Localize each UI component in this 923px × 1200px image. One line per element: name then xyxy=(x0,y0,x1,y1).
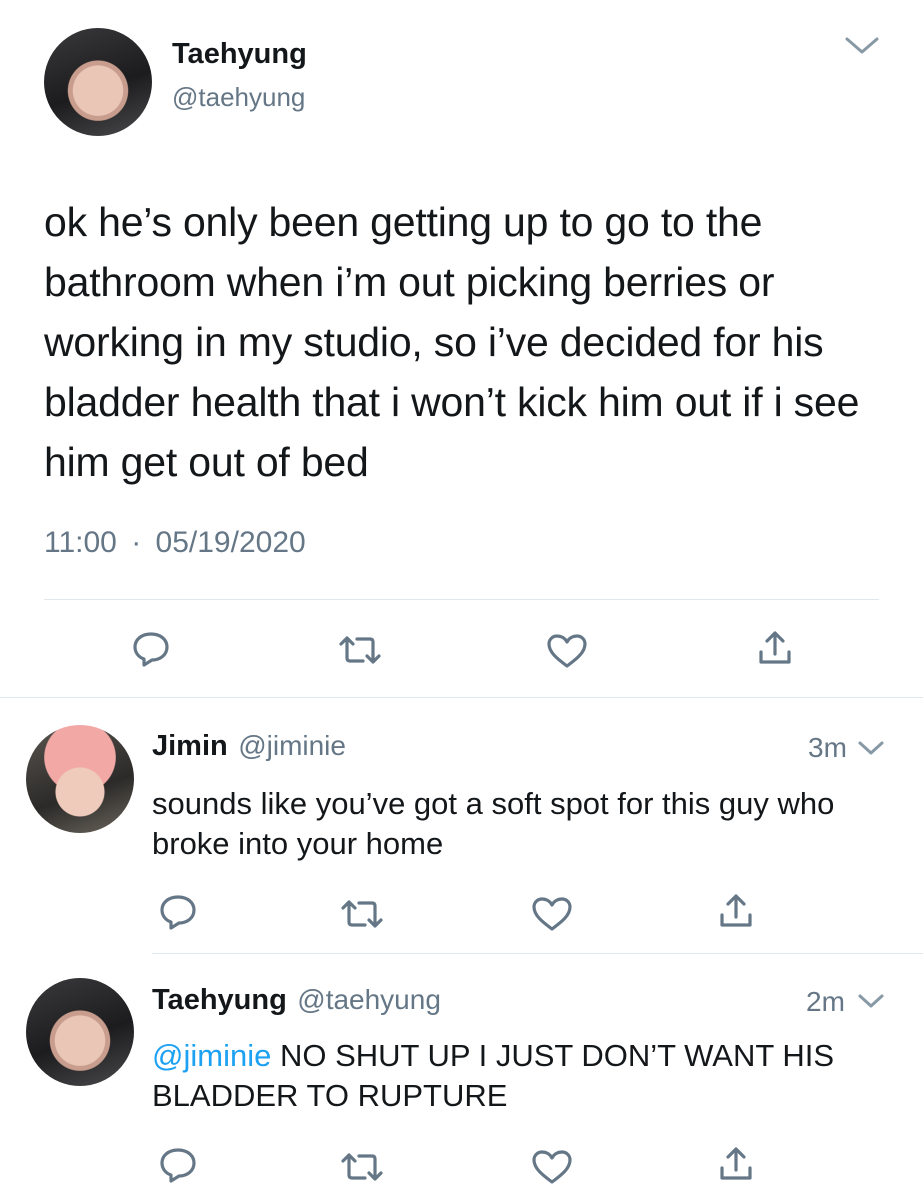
reply-avatar[interactable] xyxy=(26,978,134,1086)
meta-separator: · xyxy=(131,526,142,559)
reply-header: Jimin @jiminie xyxy=(152,730,346,763)
reply-header: Taehyung @taehyung xyxy=(152,984,441,1017)
reply-author-name[interactable]: Taehyung xyxy=(152,984,287,1016)
divider xyxy=(44,599,879,600)
retweet-icon[interactable] xyxy=(339,1149,385,1185)
reply-text: sounds like you’ve got a soft spot for t… xyxy=(152,786,835,861)
reply-icon[interactable] xyxy=(158,1146,198,1184)
chevron-down-icon[interactable] xyxy=(843,33,881,57)
share-icon[interactable] xyxy=(755,628,795,668)
reply-icon[interactable] xyxy=(158,893,198,931)
reply-author-handle[interactable]: @taehyung xyxy=(297,984,441,1015)
chevron-down-icon[interactable] xyxy=(856,991,886,1011)
author-name[interactable]: Taehyung xyxy=(172,38,307,71)
reply-avatar[interactable] xyxy=(26,725,134,833)
author-avatar[interactable] xyxy=(44,28,152,136)
author-handle[interactable]: @taehyung xyxy=(172,82,305,113)
reply-author-handle[interactable]: @jiminie xyxy=(238,730,346,761)
tweet-text: ok he’s only been getting up to go to th… xyxy=(44,199,860,485)
retweet-icon[interactable] xyxy=(339,896,385,932)
reply-author-name[interactable]: Jimin xyxy=(152,730,228,762)
tweet-time: 11:00 xyxy=(44,526,117,559)
share-icon[interactable] xyxy=(716,891,756,931)
like-icon[interactable] xyxy=(530,1148,574,1186)
tweet-date: 05/19/2020 xyxy=(155,526,306,559)
like-icon[interactable] xyxy=(545,632,589,670)
divider xyxy=(0,697,923,698)
retweet-icon[interactable] xyxy=(337,632,383,668)
divider xyxy=(152,953,923,954)
reply-icon[interactable] xyxy=(131,630,171,668)
reply-age: 2m xyxy=(806,986,845,1017)
mention-link[interactable]: @jiminie xyxy=(152,1038,271,1073)
like-icon[interactable] xyxy=(530,895,574,933)
chevron-down-icon[interactable] xyxy=(856,738,886,758)
share-icon[interactable] xyxy=(716,1144,756,1184)
tweet-timestamp: 11:00 · 05/19/2020 xyxy=(44,526,306,560)
reply-age: 3m xyxy=(808,732,847,763)
reply-text: @jiminie NO SHUT UP I JUST DON’T WANT HI… xyxy=(152,1036,897,1116)
